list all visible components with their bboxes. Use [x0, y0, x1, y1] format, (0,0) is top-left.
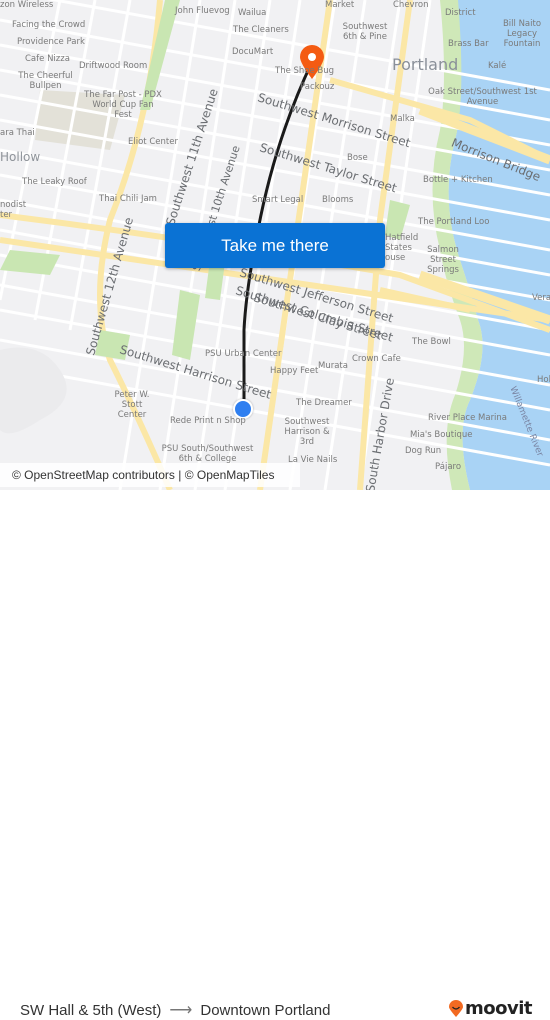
poi-label: Southwest 6th & Pine: [342, 22, 388, 42]
poi-label: Facing the Crowd: [12, 20, 86, 30]
poi-label: Happy Feet: [270, 366, 319, 376]
poi-label: Mia's Boutique: [410, 430, 473, 440]
poi-label: The Portland Loo: [418, 217, 490, 227]
map-view[interactable]: Portland John Fluevog Wailua Market Chev…: [0, 0, 550, 490]
poi-label: Oak Street/Southwest 1st Avenue: [428, 87, 537, 107]
footer-bar: SW Hall & 5th (West) ⟶ Downtown Portland…: [0, 490, 550, 1019]
poi-label: River Place Marina: [428, 413, 508, 423]
poi-label: Hatfield States ouse: [385, 233, 419, 263]
poi-label: Bill Naito Legacy Fountain: [502, 19, 542, 49]
poi-label: District: [445, 8, 476, 18]
poi-label: Murata: [318, 361, 348, 371]
poi-label: Market: [325, 0, 355, 10]
poi-label: Hol: [537, 375, 550, 385]
poi-label: Thai Chili Jam: [99, 194, 157, 204]
route-summary: SW Hall & 5th (West) ⟶ Downtown Portland: [20, 1000, 330, 1020]
poi-label: Smart Legal: [252, 195, 304, 205]
moovit-logo[interactable]: moovit: [449, 998, 533, 1019]
poi-label: nodist ter: [0, 200, 27, 220]
poi-label: Dog Run: [405, 446, 442, 456]
poi-label: The Dreamer: [296, 398, 352, 408]
moovit-pin-icon: [449, 999, 463, 1017]
poi-label: The Leaky Roof: [22, 177, 87, 187]
poi-label: ara Thai: [0, 128, 35, 138]
poi-label: Blooms: [322, 195, 354, 205]
poi-label: Rede Print n Shop: [170, 416, 246, 426]
poi-label: Malka: [390, 114, 415, 124]
poi-label: Kalé: [488, 61, 507, 71]
arrow-right-icon: ⟶: [169, 1002, 193, 1019]
poi-label: zon Wireless: [0, 0, 54, 10]
poi-label: DocuMart: [232, 47, 274, 57]
poi-label: PSU South/Southwest 6th & College: [161, 444, 254, 464]
poi-label: Chevron: [393, 0, 429, 10]
poi-label: Eliot Center: [128, 137, 178, 147]
neighborhood-label: Hollow: [0, 150, 41, 164]
poi-label: The Far Post - PDX World Cup Fan Fest: [84, 90, 162, 120]
poi-label: John Fluevog: [175, 6, 230, 16]
poi-label: Wailua: [238, 8, 267, 18]
poi-label: Providence Park: [17, 37, 85, 47]
poi-label: Cafe Nizza: [25, 54, 70, 64]
poi-label: PSU Urban Center: [205, 349, 282, 359]
poi-label: Brass Bar: [448, 39, 489, 49]
map-attribution[interactable]: © OpenStreetMap contributors | © OpenMap…: [0, 463, 300, 487]
moovit-wordmark: moovit: [465, 998, 533, 1019]
poi-label: Bose: [347, 153, 368, 163]
poi-label: Southwest Harrison & 3rd: [284, 417, 330, 447]
poi-label: Driftwood Room: [79, 61, 148, 71]
poi-label: The Cleaners: [233, 25, 289, 35]
destination-name: Downtown Portland: [200, 1001, 331, 1019]
poi-label: Crown Cafe: [352, 354, 401, 364]
poi-label: Vera: [532, 293, 550, 303]
poi-label: Packouz: [300, 82, 335, 92]
origin-name: SW Hall & 5th (West): [20, 1001, 162, 1019]
poi-label: Salmon Street Springs: [427, 245, 459, 275]
city-label: Portland: [392, 55, 459, 74]
poi-label: Peter W. Stott Center: [114, 390, 150, 420]
poi-label: Pájaro: [435, 462, 462, 472]
poi-label: The Cheerful Bullpen: [18, 71, 73, 91]
take-me-there-button[interactable]: Take me there: [165, 223, 385, 268]
poi-label: Bottle + Kitchen: [423, 175, 493, 185]
poi-label: The Shoe Bug: [275, 66, 335, 76]
poi-label: The Bowl: [412, 337, 451, 347]
